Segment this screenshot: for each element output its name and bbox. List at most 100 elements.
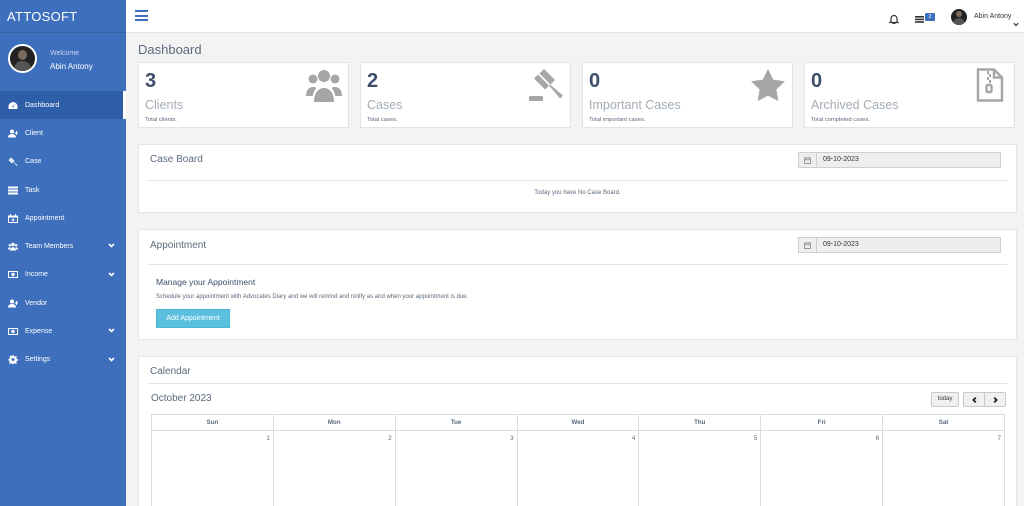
weekday-header: Mon bbox=[272, 414, 396, 431]
stat-label: Cases bbox=[367, 98, 403, 112]
chevron-down-icon bbox=[108, 327, 115, 334]
stat-label: Clients bbox=[145, 98, 184, 112]
sidebar-item-label: Income bbox=[25, 271, 48, 279]
stat-label: Archived Cases bbox=[811, 98, 899, 112]
calendar-day[interactable]: 6 bbox=[760, 430, 884, 506]
divider bbox=[148, 264, 1007, 265]
brand-logo[interactable]: ATTOSOFT bbox=[0, 0, 126, 33]
stat-card-important-cases[interactable]: 0 Important Cases Total important cases. bbox=[582, 62, 793, 128]
case-board-title: Case Board bbox=[150, 154, 203, 165]
notification-badge: 2 bbox=[925, 13, 935, 21]
sidebar-item-appointment[interactable]: Appointment bbox=[0, 204, 126, 232]
sidebar-item-label: Vendor bbox=[25, 299, 48, 307]
calendar-day[interactable]: 2 bbox=[272, 430, 396, 506]
sidebar-item-label: Expense bbox=[25, 328, 53, 336]
sidebar-item-label: Dashboard bbox=[25, 101, 60, 109]
sidebar: ATTOSOFT Welcome Abin Antony Dashboard C… bbox=[0, 0, 126, 506]
date-value: 09-10-2023 bbox=[823, 156, 859, 163]
stat-description: Total completed cases. bbox=[811, 117, 870, 123]
chevron-down-icon[interactable] bbox=[1013, 14, 1019, 27]
gavel-icon bbox=[8, 157, 18, 167]
sidebar-nav: Dashboard Client Case Task Appointment T… bbox=[0, 91, 126, 374]
stat-card-archived-cases[interactable]: 0 Archived Cases Total completed cases. bbox=[804, 62, 1015, 128]
add-appointment-button[interactable]: Add Appointment bbox=[156, 309, 230, 328]
calendar-day[interactable]: 5 bbox=[638, 430, 762, 506]
calendar-icon bbox=[799, 153, 817, 167]
sidebar-user-name: Abin Antony bbox=[50, 62, 93, 71]
appointment-date-input[interactable]: 09-10-2023 bbox=[798, 237, 1001, 253]
calendar-day[interactable]: 7 bbox=[882, 430, 1005, 506]
tasks-icon bbox=[8, 186, 18, 195]
stat-value: 2 bbox=[367, 70, 379, 92]
chevron-down-icon bbox=[108, 356, 115, 363]
sidebar-item-income[interactable]: Income bbox=[0, 261, 126, 289]
topbar-user-name[interactable]: Abin Antony bbox=[974, 13, 1011, 20]
sidebar-item-case[interactable]: Case bbox=[0, 148, 126, 176]
calendar-day[interactable]: 3 bbox=[394, 430, 518, 506]
manage-appointment-text: Schedule your appointment with Advocates… bbox=[156, 294, 469, 300]
stat-description: Total cases. bbox=[367, 117, 398, 123]
calendar-plus-icon bbox=[8, 213, 18, 223]
menu-toggle-icon[interactable] bbox=[135, 10, 148, 21]
sidebar-item-label: Case bbox=[25, 158, 42, 166]
chevron-down-icon bbox=[108, 242, 115, 249]
user-plus-icon bbox=[8, 129, 18, 138]
tasks-list-icon[interactable] bbox=[915, 12, 925, 23]
sidebar-item-label: Settings bbox=[25, 356, 51, 364]
dashboard-icon bbox=[8, 101, 18, 109]
sidebar-item-expense[interactable]: Expense bbox=[0, 317, 126, 345]
stat-value: 0 bbox=[589, 70, 601, 92]
sidebar-item-label: Task bbox=[25, 186, 40, 194]
sidebar-item-team-members[interactable]: Team Members bbox=[0, 232, 126, 260]
sidebar-item-client[interactable]: Client bbox=[0, 119, 126, 147]
avatar bbox=[8, 44, 37, 73]
sidebar-item-label: Client bbox=[25, 129, 43, 137]
bell-icon[interactable] bbox=[888, 11, 900, 25]
case-board-date-input[interactable]: 09-10-2023 bbox=[798, 152, 1001, 168]
stat-card-cases[interactable]: 2 Cases Total cases. bbox=[360, 62, 571, 128]
weekday-header: Sun bbox=[151, 414, 274, 431]
welcome-text: Welcome bbox=[50, 50, 80, 57]
sidebar-item-vendor[interactable]: Vendor bbox=[0, 289, 126, 317]
calendar-icon bbox=[799, 238, 817, 252]
sidebar-item-label: Appointment bbox=[25, 214, 65, 222]
gear-icon bbox=[8, 355, 18, 365]
users-icon bbox=[8, 242, 18, 251]
manage-appointment-title: Manage your Appointment bbox=[156, 277, 256, 287]
calendar-panel: Calendar October 2023 today Sun Mon Tue … bbox=[138, 356, 1017, 506]
money-icon bbox=[8, 328, 18, 336]
stat-label: Important Cases bbox=[589, 98, 681, 112]
star-icon bbox=[750, 68, 786, 102]
weekday-header: Tue bbox=[394, 414, 518, 431]
date-value: 09-10-2023 bbox=[823, 241, 859, 248]
page-title: Dashboard bbox=[138, 42, 202, 57]
prev-month-button[interactable] bbox=[963, 392, 984, 407]
topbar: 2 Abin Antony bbox=[126, 0, 1024, 33]
calendar-day[interactable]: 1 bbox=[151, 430, 274, 506]
stat-card-clients[interactable]: 3 Clients Total clients. bbox=[138, 62, 349, 128]
sidebar-profile: Welcome Abin Antony bbox=[0, 33, 126, 91]
sidebar-item-task[interactable]: Task bbox=[0, 176, 126, 204]
stat-description: Total clients. bbox=[145, 117, 177, 123]
sidebar-item-settings[interactable]: Settings bbox=[0, 346, 126, 374]
today-button[interactable]: today bbox=[931, 392, 959, 407]
case-board-panel: Case Board 09-10-2023 Today you have No … bbox=[138, 144, 1017, 213]
calendar-nav bbox=[963, 392, 1006, 407]
appointment-title: Appointment bbox=[150, 240, 207, 251]
sidebar-item-dashboard[interactable]: Dashboard bbox=[0, 91, 126, 120]
avatar[interactable] bbox=[951, 9, 967, 25]
user-plus-icon bbox=[8, 299, 18, 308]
file-archive-icon bbox=[972, 68, 1008, 102]
weekday-header: Wed bbox=[516, 414, 640, 431]
weekday-header: Sat bbox=[882, 414, 1005, 431]
appointment-panel: Appointment 09-10-2023 Manage your Appoi… bbox=[138, 229, 1017, 340]
weekday-header: Thu bbox=[638, 414, 762, 431]
calendar-title: Calendar bbox=[150, 366, 191, 377]
stat-value: 3 bbox=[145, 70, 157, 92]
sidebar-item-label: Team Members bbox=[25, 243, 74, 251]
case-board-empty-message: Today you have No Case Board. bbox=[534, 190, 621, 196]
chevron-left-icon bbox=[971, 396, 976, 403]
next-month-button[interactable] bbox=[984, 392, 1006, 407]
calendar-day[interactable]: 4 bbox=[516, 430, 640, 506]
stat-value: 0 bbox=[811, 70, 823, 92]
